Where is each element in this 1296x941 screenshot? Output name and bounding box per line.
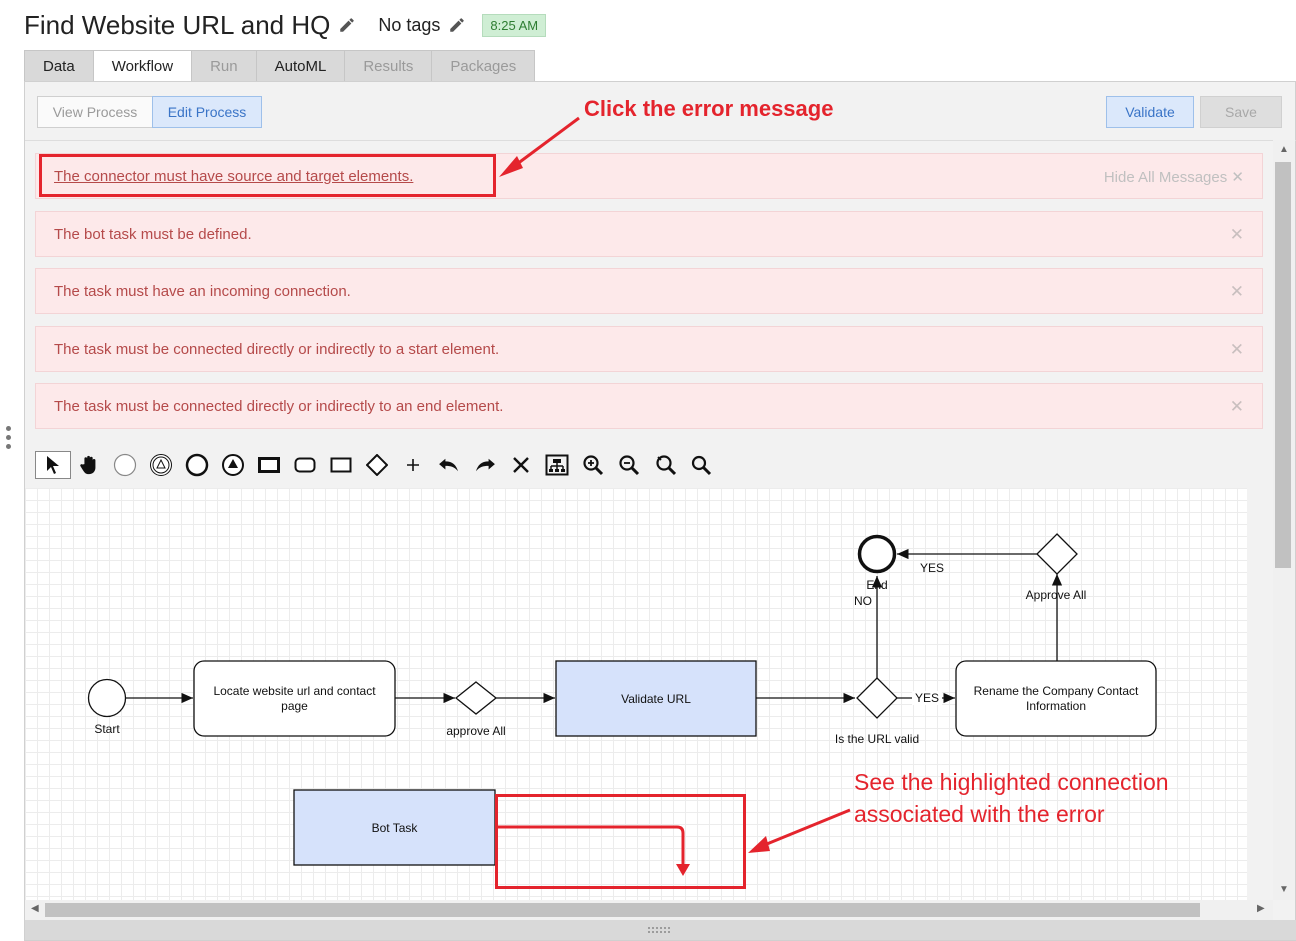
- error-message-text: The task must be connected directly or i…: [54, 340, 500, 358]
- tab-data[interactable]: Data: [24, 50, 94, 82]
- subprocess-icon[interactable]: [287, 451, 323, 479]
- zoom-in-icon[interactable]: [575, 451, 611, 479]
- task-rename-label: Information: [1026, 699, 1086, 713]
- redo-icon[interactable]: [467, 451, 503, 479]
- gateway-approve: [454, 681, 498, 715]
- close-icon: ✕: [1231, 169, 1244, 186]
- highlight-error-message: [39, 154, 496, 197]
- undo-icon[interactable]: [431, 451, 467, 479]
- error-message-bot-task[interactable]: The bot task must be defined. ✕: [35, 211, 1263, 257]
- tab-workflow[interactable]: Workflow: [92, 50, 193, 82]
- hand-icon[interactable]: [71, 451, 107, 479]
- error-message-start[interactable]: The task must be connected directly or i…: [35, 326, 1263, 372]
- gateway-approve-label: approve All: [446, 724, 505, 738]
- gateway-icon[interactable]: [359, 451, 395, 479]
- annotation-see-highlighted: See the highlighted connection associate…: [854, 769, 1169, 827]
- error-message-incoming[interactable]: The task must have an incoming connectio…: [35, 268, 1263, 314]
- task-icon[interactable]: [251, 451, 287, 479]
- gateway-approve2-label: Approve All: [1026, 588, 1087, 602]
- error-message-text: The task must have an incoming connectio…: [54, 282, 351, 300]
- escalation-event-icon[interactable]: [215, 451, 251, 479]
- fit-icon[interactable]: [539, 451, 575, 479]
- gateway-valid: [856, 677, 898, 719]
- end-event-icon[interactable]: [179, 451, 215, 479]
- tab-run: Run: [191, 50, 257, 82]
- highlight-connector: [495, 794, 746, 889]
- close-icon[interactable]: ✕: [1230, 340, 1244, 360]
- rectangle-icon[interactable]: [323, 451, 359, 479]
- scroll-thumb[interactable]: [1275, 162, 1291, 568]
- resize-handle[interactable]: [25, 920, 1296, 940]
- task-locate-label: page: [281, 699, 308, 713]
- edit-title-icon[interactable]: [338, 16, 356, 34]
- scroll-right-icon[interactable]: ▶: [1257, 903, 1265, 914]
- sidebar-handle[interactable]: [6, 426, 14, 453]
- annotation-click-error: Click the error message: [584, 96, 834, 121]
- zoom-reset-icon[interactable]: [647, 451, 683, 479]
- tab-results: Results: [344, 50, 433, 82]
- end-label: End: [866, 578, 887, 592]
- error-message-text: The task must be connected directly or i…: [54, 397, 504, 415]
- time-badge: 8:25 AM: [482, 13, 547, 37]
- close-icon[interactable]: ✕: [1230, 225, 1244, 245]
- gateway-valid-label: Is the URL valid: [835, 732, 919, 746]
- scroll-left-icon[interactable]: ◀: [31, 903, 39, 914]
- close-icon[interactable]: ✕: [1230, 282, 1244, 302]
- annotation-arrow-2: [748, 808, 851, 853]
- annotation-arrow-1: [499, 116, 580, 177]
- tab-automl[interactable]: AutoML: [255, 50, 346, 82]
- horizontal-scrollbar[interactable]: ◀ ▶: [25, 900, 1273, 920]
- start-event: [87, 678, 127, 718]
- main-tabs: Data Workflow Run AutoML Results Package…: [24, 50, 536, 82]
- vertical-scrollbar[interactable]: ▲ ▼: [1273, 140, 1295, 900]
- pointer-icon[interactable]: [35, 451, 71, 479]
- scroll-down-icon[interactable]: ▼: [1279, 884, 1289, 895]
- view-process-button[interactable]: View Process: [37, 96, 153, 128]
- edit-tags-icon[interactable]: [448, 16, 466, 34]
- yes-label-right: YES: [915, 691, 939, 705]
- tags-label: No tags: [378, 14, 441, 35]
- scroll-thumb[interactable]: [45, 903, 1200, 917]
- error-message-end[interactable]: The task must be connected directly or i…: [35, 383, 1263, 429]
- scroll-up-icon[interactable]: ▲: [1279, 144, 1289, 155]
- add-icon[interactable]: [395, 451, 431, 479]
- signal-event-icon[interactable]: [143, 451, 179, 479]
- close-icon[interactable]: ✕: [1230, 397, 1244, 417]
- validate-button[interactable]: Validate: [1106, 96, 1194, 128]
- gateway-approve2: [1036, 533, 1078, 575]
- delete-icon[interactable]: [503, 451, 539, 479]
- task-rename-label: Rename the Company Contact: [974, 684, 1139, 698]
- start-event-icon[interactable]: [107, 451, 143, 479]
- grip-icon: [648, 927, 670, 933]
- task-locate-label: Locate website url and contact: [213, 684, 376, 698]
- diagram-toolbar: [35, 449, 719, 481]
- tab-packages: Packages: [431, 50, 536, 82]
- zoom-out-icon[interactable]: [611, 451, 647, 479]
- task-validate-label: Validate URL: [621, 692, 691, 706]
- search-icon[interactable]: [683, 451, 719, 479]
- no-label: NO: [854, 594, 872, 608]
- edit-process-button[interactable]: Edit Process: [152, 96, 262, 128]
- end-event: [857, 534, 897, 574]
- page-title: Find Website URL and HQ: [24, 9, 331, 40]
- save-button: Save: [1200, 96, 1282, 128]
- start-label: Start: [94, 722, 120, 736]
- hide-all-label: Hide All Messages: [1103, 169, 1228, 186]
- page-header: Find Website URL and HQ No tags 8:25 AM: [24, 8, 547, 42]
- task-bot-label: Bot Task: [372, 821, 419, 835]
- error-message-text: The bot task must be defined.: [54, 225, 252, 243]
- yes-label-top: YES: [920, 561, 944, 575]
- hide-all-messages-button[interactable]: Hide All Messages ✕: [1104, 168, 1244, 186]
